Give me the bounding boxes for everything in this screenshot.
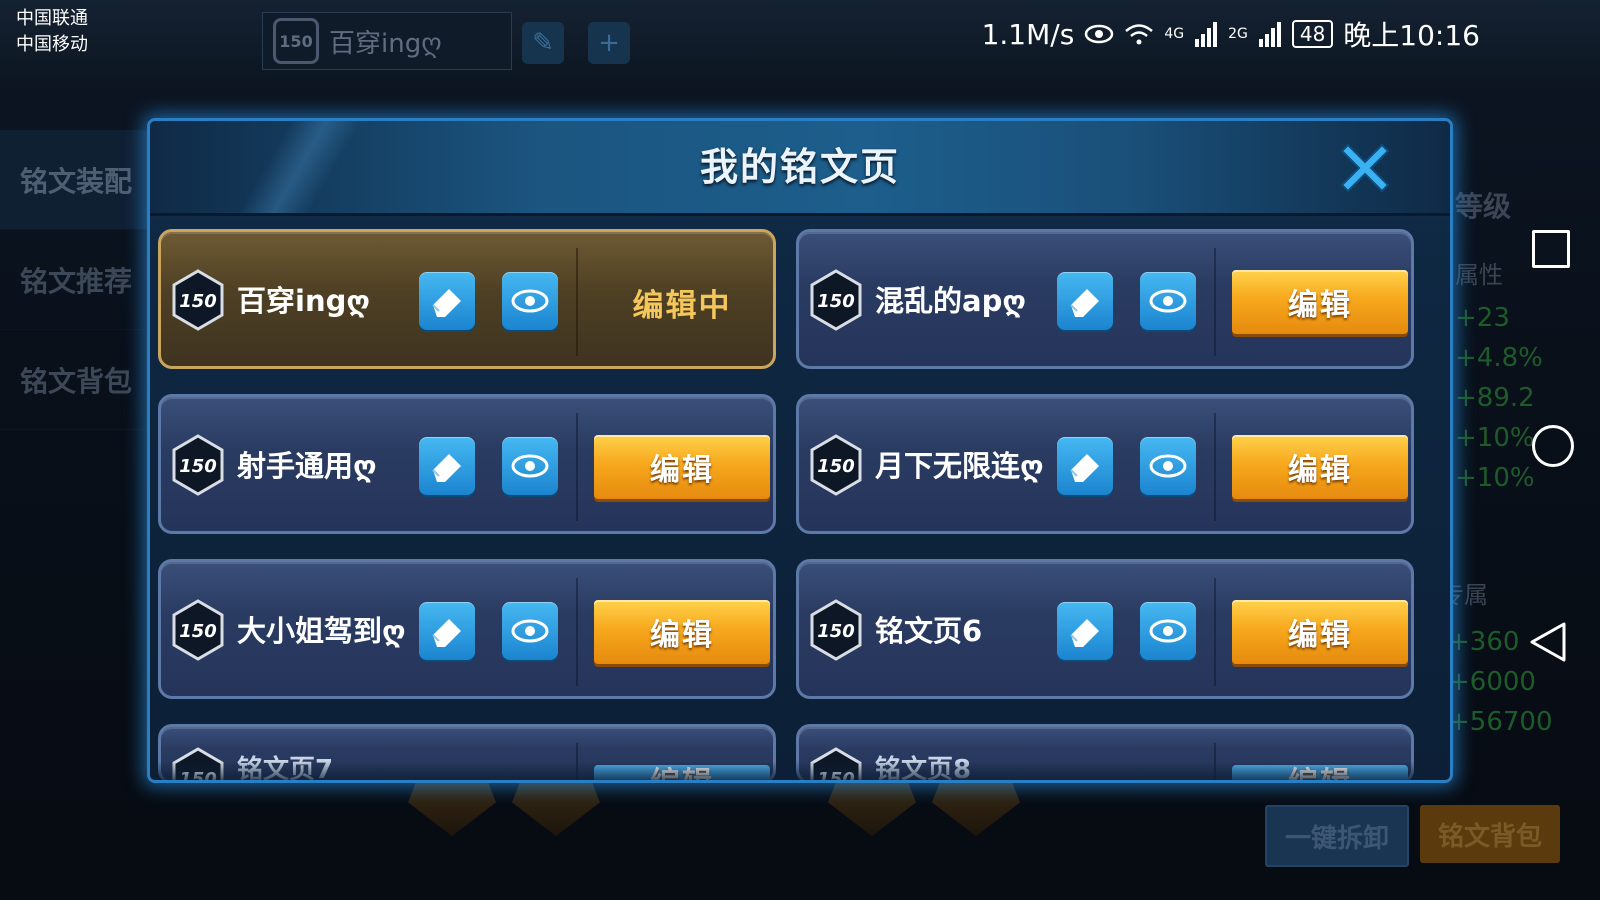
eraser-icon <box>1070 289 1099 317</box>
rune-page-name: 月下无限连ღ <box>875 449 1044 483</box>
preview-button[interactable] <box>502 602 558 660</box>
rename-button[interactable] <box>1057 272 1113 330</box>
rune-page-card[interactable]: 150 射手通用ღ 编辑 <box>158 394 776 534</box>
card-divider <box>576 578 578 686</box>
eraser-icon <box>432 454 461 482</box>
edit-button[interactable]: 编辑 <box>1232 600 1408 664</box>
rune-page-card[interactable]: 150 百穿ingღ 编辑中 <box>158 229 776 369</box>
rename-button[interactable] <box>419 437 475 495</box>
level-badge-icon: 150 <box>172 599 224 661</box>
level-badge-icon: 150 <box>810 434 862 496</box>
close-button[interactable] <box>1332 135 1398 201</box>
eye-icon <box>511 619 549 643</box>
rune-page-card[interactable]: 150 大小姐驾到ღ 编辑 <box>158 559 776 699</box>
signal-icon <box>1258 22 1281 47</box>
edit-button[interactable]: 编辑 <box>1232 270 1408 334</box>
battery-icon: 48 <box>1291 20 1334 48</box>
eye-icon <box>1149 289 1187 313</box>
sidebar-item-rune-recommend: 铭文推荐 <box>0 230 150 330</box>
level-badge-icon: 150 <box>172 269 224 331</box>
carrier-labels: 中国联通 中国移动 <box>16 6 88 58</box>
card-divider <box>576 248 578 356</box>
rune-page-name: 混乱的apღ <box>875 284 1026 318</box>
rune-page-name: 百穿ingღ <box>237 284 370 318</box>
network-speed: 1.1M/s <box>981 17 1075 51</box>
card-divider <box>1214 248 1216 356</box>
system-nav-bar <box>1500 180 1600 720</box>
rename-button[interactable] <box>1057 437 1113 495</box>
card-divider <box>576 413 578 521</box>
svg-text:150: 150 <box>179 291 217 312</box>
rune-page-card[interactable]: 150 混乱的apღ 编辑 <box>796 229 1414 369</box>
eye-icon <box>511 454 549 478</box>
preview-button[interactable] <box>1140 272 1196 330</box>
carrier-2: 中国移动 <box>16 34 88 55</box>
editing-status: 编辑中 <box>632 287 732 324</box>
rune-page-name: 大小姐驾到ღ <box>237 614 406 648</box>
rune-page-name: 铭文页6 <box>875 614 983 648</box>
signal-icon <box>1195 22 1218 47</box>
recent-apps-icon[interactable] <box>1532 230 1570 268</box>
sidebar-item-rune-equip: 铭文装配 <box>0 130 150 230</box>
rune-page-card[interactable]: 150 月下无限连ღ 编辑 <box>796 394 1414 534</box>
dialog-header: 我的铭文页 <box>150 121 1450 216</box>
status-bar: 中国联通 中国移动 1.1M/s 4G 2G 48 晚上10:16 <box>0 0 1600 64</box>
unequip-all-button: 一键拆卸 <box>1265 805 1409 867</box>
level-badge-icon: 150 <box>172 434 224 496</box>
eraser-icon <box>432 619 461 647</box>
rune-page-card[interactable]: 150 铭文页6 编辑 <box>796 559 1414 699</box>
preview-button[interactable] <box>502 437 558 495</box>
rename-button[interactable] <box>419 272 475 330</box>
edit-button[interactable]: 编辑 <box>594 600 770 664</box>
home-icon[interactable] <box>1532 425 1574 467</box>
dialog-title: 我的铭文页 <box>699 145 900 189</box>
scroll-fade <box>150 761 1450 780</box>
network-type-2: 2G <box>1228 26 1248 42</box>
eraser-icon <box>1070 619 1099 647</box>
rune-page-name: 射手通用ღ <box>237 449 377 483</box>
svg-text:150: 150 <box>817 621 855 642</box>
clock: 晚上10:16 <box>1343 19 1480 52</box>
rename-button[interactable] <box>1057 602 1113 660</box>
card-divider <box>1214 578 1216 686</box>
level-badge-icon: 150 <box>810 599 862 661</box>
edit-button[interactable]: 编辑 <box>1232 435 1408 499</box>
svg-text:150: 150 <box>179 456 217 477</box>
eye-icon <box>1149 619 1187 643</box>
rune-pages-dialog: 我的铭文页 150 百穿ingღ 编辑中 150 混乱的apღ 编辑 150 射… <box>147 118 1453 783</box>
preview-button[interactable] <box>1140 602 1196 660</box>
background-sidebar: 铭文装配 铭文推荐 铭文背包 <box>0 130 150 430</box>
svg-text:150: 150 <box>817 291 855 312</box>
eraser-icon <box>432 289 461 317</box>
card-divider <box>1214 413 1216 521</box>
level-badge-icon: 150 <box>810 269 862 331</box>
rune-bag-button: 铭文背包 <box>1420 805 1560 863</box>
status-right-group: 1.1M/s 4G 2G 48 晚上10:16 <box>982 14 1480 54</box>
carrier-1: 中国联通 <box>16 8 88 29</box>
eye-icon <box>1149 454 1187 478</box>
close-x-icon <box>1340 143 1390 193</box>
sidebar-item-rune-bag: 铭文背包 <box>0 330 150 430</box>
wifi-icon <box>1125 24 1154 45</box>
rename-button[interactable] <box>419 602 475 660</box>
eye-comfort-icon <box>1085 24 1114 44</box>
network-type-1: 4G <box>1164 26 1185 42</box>
eraser-icon <box>1070 454 1099 482</box>
preview-button[interactable] <box>1140 437 1196 495</box>
edit-button[interactable]: 编辑 <box>594 435 770 499</box>
svg-text:150: 150 <box>179 621 217 642</box>
eye-icon <box>511 289 549 313</box>
svg-text:150: 150 <box>817 456 855 477</box>
preview-button[interactable] <box>502 272 558 330</box>
